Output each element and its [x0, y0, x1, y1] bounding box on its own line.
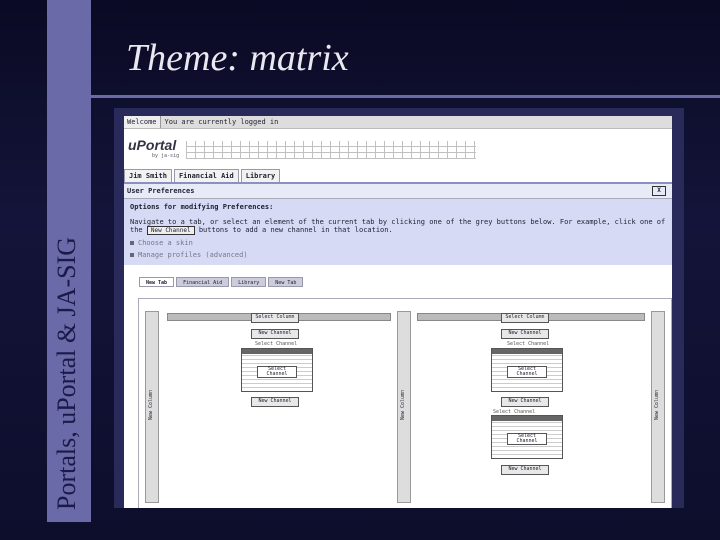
layout-tab-library[interactable]: Library — [231, 277, 267, 287]
new-channel-1b[interactable]: New Channel — [251, 397, 299, 407]
channel-3[interactable]: Select Channel — [491, 415, 563, 459]
prefs-title: User Preferences — [127, 187, 195, 195]
nav-text-rest: buttons to add a new channel in that loc… — [198, 226, 393, 234]
top-bar: Welcome You are currently logged in — [124, 116, 672, 129]
logo-subtitle: by ja-sig — [152, 153, 180, 159]
select-column-2[interactable]: Select Column — [501, 313, 549, 323]
banner-pattern — [186, 141, 476, 159]
portal-app: Welcome You are currently logged in uPor… — [124, 116, 672, 508]
new-channel-2a[interactable]: New Channel — [501, 329, 549, 339]
layout-tab-financial-aid[interactable]: Financial Aid — [176, 277, 230, 287]
nav-tabs: Jim Smith Financial Aid Library — [124, 169, 672, 184]
login-status: You are currently logged in — [164, 118, 279, 126]
slide-title: Theme: matrix — [126, 37, 349, 79]
option-profiles[interactable]: Manage profiles (advanced) — [130, 251, 666, 259]
accent-corner — [47, 0, 91, 97]
channel-label-1: Select Channel — [255, 341, 298, 347]
layout-editor: New Tab Financial Aid Library New Tab Ne… — [138, 277, 672, 508]
new-column-right[interactable]: New Column — [651, 311, 665, 503]
channel-label-2: Select Channel — [507, 341, 550, 347]
new-column-left[interactable]: New Column — [145, 311, 159, 503]
nav-instructions-2: the New Channel buttons to add a new cha… — [130, 226, 666, 235]
banner: uPortal by ja-sig — [124, 129, 672, 169]
close-icon[interactable]: X — [652, 186, 666, 196]
layout-tab-new-tab[interactable]: New Tab — [139, 277, 175, 287]
select-column-1[interactable]: Select Column — [251, 313, 299, 323]
layout-grid: New Column New Column New Column Select … — [145, 311, 665, 503]
new-channel-1a[interactable]: New Channel — [251, 329, 299, 339]
new-channel-3[interactable]: New Channel — [501, 465, 549, 475]
channel-2[interactable]: Select Channel — [491, 348, 563, 392]
options-heading: Options for modifying Preferences: — [130, 203, 274, 211]
option-skin[interactable]: Choose a skin — [130, 239, 666, 247]
nav-instructions: Navigate to a tab, or select an element … — [130, 218, 666, 226]
title-rule — [91, 95, 720, 98]
prefs-header: User Preferences X — [124, 184, 672, 199]
new-channel-2b[interactable]: New Channel — [501, 397, 549, 407]
nav-text-the: the — [130, 226, 143, 234]
tab-jim-smith[interactable]: Jim Smith — [124, 169, 172, 182]
new-channel-sample-button[interactable]: New Channel — [146, 226, 195, 235]
layout-tab-new-tab-2[interactable]: New Tab — [268, 277, 304, 287]
prefs-body: Options for modifying Preferences: Navig… — [124, 199, 672, 265]
uportal-logo: uPortal — [128, 137, 177, 153]
new-column-middle[interactable]: New Column — [397, 311, 411, 503]
vertical-title: Portals, uPortal & JA-SIG — [52, 237, 81, 510]
tab-welcome[interactable]: Welcome — [124, 116, 161, 128]
tab-library[interactable]: Library — [240, 169, 281, 182]
layout-tabs: New Tab Financial Aid Library New Tab — [139, 277, 305, 287]
channel-1[interactable]: Select Channel — [241, 348, 313, 392]
tab-financial-aid[interactable]: Financial Aid — [173, 169, 239, 182]
